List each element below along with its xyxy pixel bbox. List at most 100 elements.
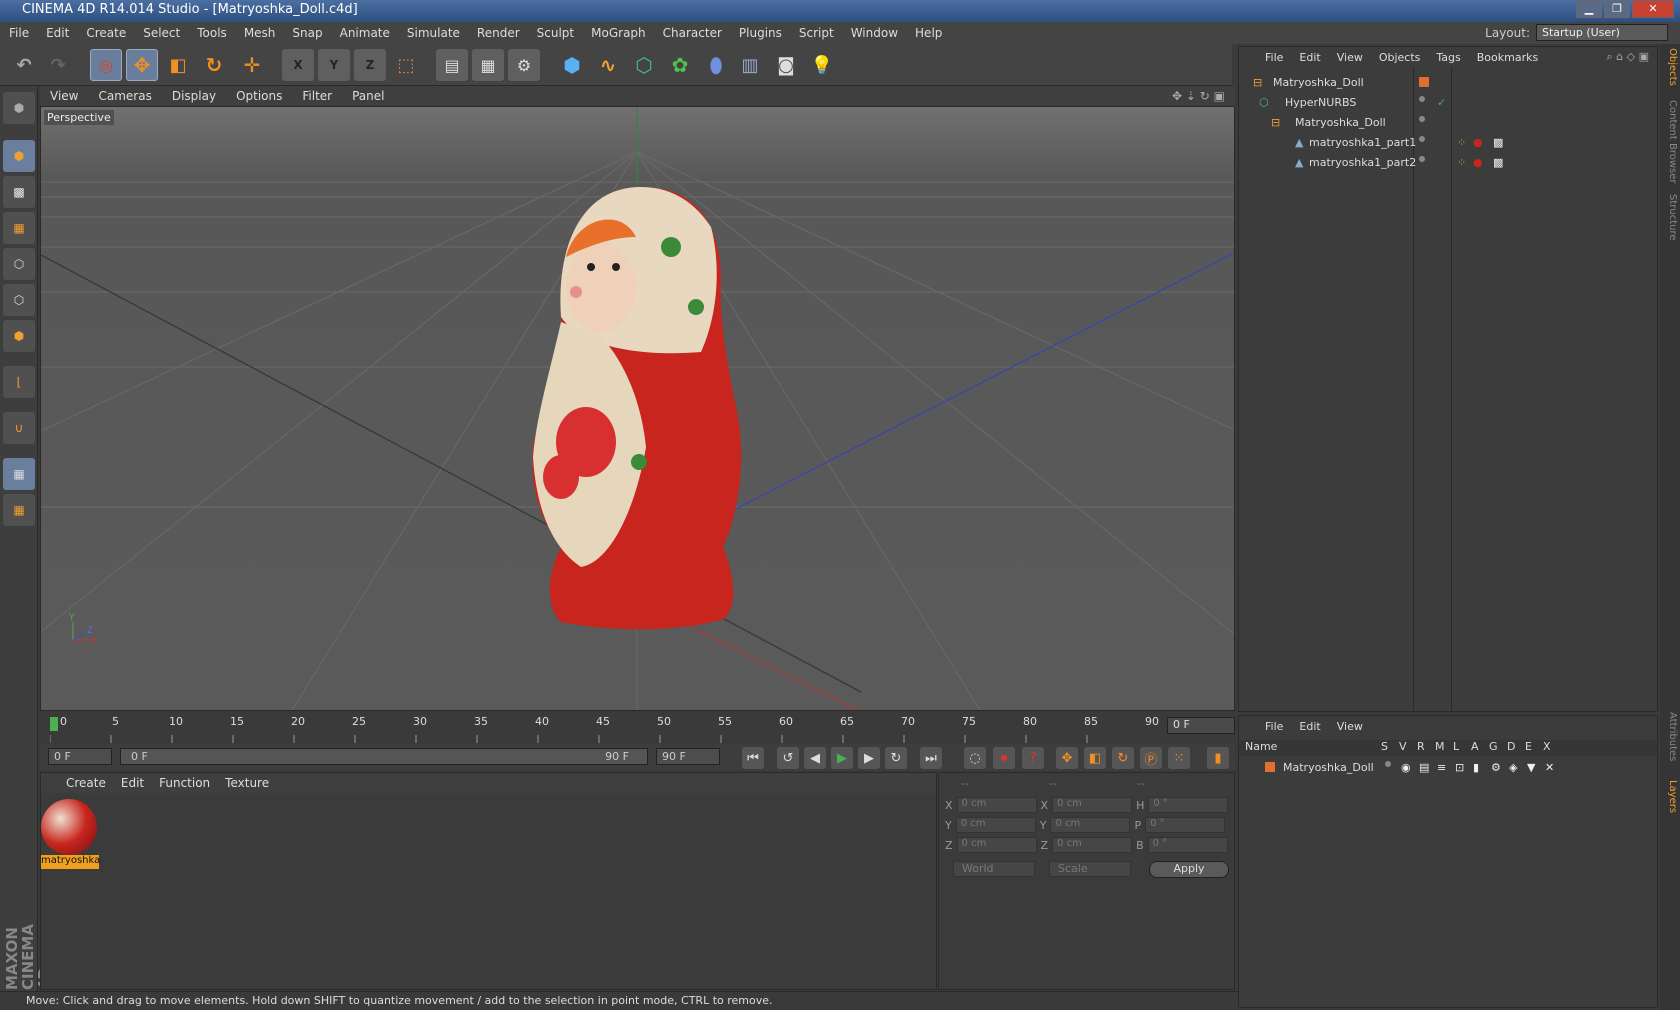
objects-menu-file[interactable]: File <box>1265 51 1283 64</box>
points-mode-icon[interactable]: ⬡ <box>3 248 35 280</box>
menu-select[interactable]: Select <box>143 26 180 40</box>
minimize-button[interactable]: ▁ <box>1576 0 1602 18</box>
size-z-field[interactable]: 0 cm <box>1052 837 1133 853</box>
redo-icon[interactable]: ↷ <box>42 49 74 81</box>
objects-menu-objects[interactable]: Objects <box>1379 51 1421 64</box>
menu-tools[interactable]: Tools <box>197 26 227 40</box>
objects-menu-edit[interactable]: Edit <box>1299 51 1320 64</box>
tab-layers[interactable]: Layers <box>1662 780 1678 813</box>
phong-tag-icon[interactable]: ⁘ <box>1457 136 1466 149</box>
object-row[interactable]: ⊟ Matryoshka_Doll <box>1239 113 1657 132</box>
object-row[interactable]: ⊟ Matryoshka_Doll <box>1239 73 1657 92</box>
visibility-dot[interactable] <box>1419 136 1425 142</box>
viewport-menu-cameras[interactable]: Cameras <box>98 89 151 103</box>
record-key-icon[interactable]: ◌ <box>964 747 986 769</box>
menu-mograph[interactable]: MoGraph <box>591 26 646 40</box>
recent-tool-icon[interactable]: ✛ <box>236 49 268 81</box>
viewport-menu-display[interactable]: Display <box>172 89 216 103</box>
nurbs-icon[interactable]: ⬡ <box>628 49 660 81</box>
enabled-check-icon[interactable]: ✓ <box>1437 96 1446 109</box>
move-tool-icon[interactable]: ✥ <box>126 49 158 81</box>
texture-mode-icon[interactable]: ▩ <box>3 176 35 208</box>
current-frame-field[interactable]: 0 F <box>1167 717 1235 734</box>
viewport-menu-view[interactable]: View <box>50 89 78 103</box>
viewport-menu-options[interactable]: Options <box>236 89 282 103</box>
visibility-dot[interactable] <box>1419 96 1425 102</box>
layout-dropdown[interactable]: Startup (User) <box>1536 24 1668 41</box>
menu-mesh[interactable]: Mesh <box>244 26 276 40</box>
next-frame-icon[interactable]: ▶ <box>858 747 880 769</box>
previous-frame-icon[interactable]: ◀ <box>804 747 826 769</box>
view-eye-icon[interactable]: ◉ <box>1401 761 1411 774</box>
menu-simulate[interactable]: Simulate <box>407 26 460 40</box>
floor-icon[interactable]: ▥ <box>734 49 766 81</box>
close-button[interactable]: ✕ <box>1632 0 1674 18</box>
object-row[interactable]: ▲ matryoshka1_part2 ⁘ ● ▩ <box>1239 153 1657 172</box>
timeline-ruler[interactable]: 0 5 10 15 20 25 30 35 40 45 50 55 60 65 … <box>40 713 1235 747</box>
position-x-field[interactable]: 0 cm <box>956 797 1037 813</box>
z-axis-lock-button[interactable]: Z <box>354 49 386 81</box>
polygons-mode-icon[interactable]: ⬢ <box>3 320 35 352</box>
object-manager-search-icon[interactable]: ⌕ ⌂ ◇ ▣ <box>1607 50 1650 64</box>
live-selection-icon[interactable]: ◎ <box>90 49 122 81</box>
viewport-nav-icons[interactable]: ✥ ⇣ ↻ ▣ <box>1172 89 1225 103</box>
menu-character[interactable]: Character <box>663 26 722 40</box>
scale-tool-icon[interactable]: ◧ <box>162 49 194 81</box>
tab-structure[interactable]: Structure <box>1662 194 1678 241</box>
generators-icon[interactable]: ⚙ <box>1491 761 1501 774</box>
menu-animate[interactable]: Animate <box>340 26 390 40</box>
layers-menu-edit[interactable]: Edit <box>1299 720 1320 733</box>
array-icon[interactable]: ✿ <box>664 49 696 81</box>
material-swatch[interactable]: matryoshka <box>41 799 100 871</box>
rotation-h-field[interactable]: 0 ° <box>1148 797 1229 813</box>
render-picture-viewer-icon[interactable]: ▦ <box>472 49 504 81</box>
lock-icon[interactable]: ⊡ <box>1455 761 1464 774</box>
render-view-icon[interactable]: ▤ <box>436 49 468 81</box>
material-tag-icon[interactable]: ● <box>1473 136 1483 149</box>
visibility-dot[interactable] <box>1419 116 1425 122</box>
material-menu-edit[interactable]: Edit <box>121 776 144 790</box>
deformers-icon[interactable]: ◈ <box>1509 761 1517 774</box>
animation-icon[interactable]: ▮ <box>1473 761 1479 774</box>
menu-render[interactable]: Render <box>477 26 520 40</box>
previous-key-icon[interactable]: ↺ <box>777 747 799 769</box>
apply-button[interactable]: Apply <box>1149 861 1229 878</box>
menu-snap[interactable]: Snap <box>292 26 322 40</box>
tab-attributes[interactable]: Attributes <box>1662 712 1678 761</box>
camera-icon[interactable]: ◙ <box>770 49 802 81</box>
axis-mode-icon[interactable]: ⌊ <box>3 366 35 398</box>
objects-menu-bookmarks[interactable]: Bookmarks <box>1477 51 1538 64</box>
key-position-icon[interactable]: ✥ <box>1056 747 1078 769</box>
size-x-field[interactable]: 0 cm <box>1052 797 1133 813</box>
perspective-viewport[interactable]: Perspective Y X Z <box>40 106 1235 711</box>
material-menu-texture[interactable]: Texture <box>225 776 269 790</box>
menu-sculpt[interactable]: Sculpt <box>537 26 574 40</box>
deformer-icon[interactable]: ⬮ <box>700 49 732 81</box>
workplane-mode-icon[interactable]: ▦ <box>3 212 35 244</box>
workplane-lock-icon[interactable]: ▦ <box>3 458 35 490</box>
undo-icon[interactable]: ↶ <box>8 49 40 81</box>
snap-magnet-icon[interactable]: ∪ <box>3 412 35 444</box>
tab-objects[interactable]: Objects <box>1662 48 1678 86</box>
rotation-p-field[interactable]: 0 ° <box>1145 817 1226 833</box>
menu-script[interactable]: Script <box>799 26 834 40</box>
solo-toggle[interactable] <box>1385 761 1391 767</box>
material-tag-icon[interactable]: ● <box>1473 156 1483 169</box>
menu-window[interactable]: Window <box>851 26 898 40</box>
spline-icon[interactable]: ∿ <box>592 49 624 81</box>
end-frame-field[interactable]: 90 F <box>656 748 720 765</box>
viewport-menu-filter[interactable]: Filter <box>302 89 332 103</box>
rotate-tool-icon[interactable]: ↻ <box>198 49 230 81</box>
maximize-button[interactable]: ❐ <box>1604 0 1630 18</box>
edges-mode-icon[interactable]: ⬡ <box>3 284 35 316</box>
layers-menu-view[interactable]: View <box>1337 720 1363 733</box>
expressions-icon[interactable]: ▼ <box>1527 761 1535 774</box>
tab-content-browser[interactable]: Content Browser <box>1662 100 1678 183</box>
menu-edit[interactable]: Edit <box>46 26 69 40</box>
start-frame-field[interactable]: 0 F <box>48 748 112 765</box>
uvw-tag-icon[interactable]: ▩ <box>1493 136 1503 149</box>
uvw-tag-icon[interactable]: ▩ <box>1493 156 1503 169</box>
go-to-end-icon[interactable]: ⏭ <box>920 747 942 769</box>
autokey-help-icon[interactable]: ? <box>1022 747 1044 769</box>
cube-primitive-icon[interactable]: ⬢ <box>556 49 588 81</box>
